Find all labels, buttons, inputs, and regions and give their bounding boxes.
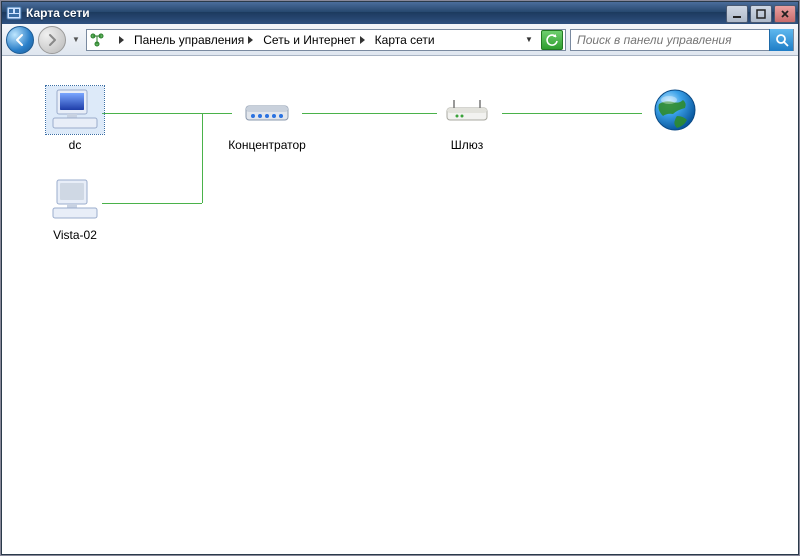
breadcrumb-label: Карта сети	[375, 33, 435, 47]
window-title: Карта сети	[26, 6, 726, 20]
breadcrumb-item[interactable]: Карта сети	[369, 30, 439, 50]
breadcrumb-item[interactable]: Панель управления	[128, 30, 257, 50]
node-label: dc	[20, 138, 130, 152]
forward-button[interactable]	[38, 26, 66, 54]
node-internet[interactable]	[620, 86, 730, 138]
network-path-icon	[89, 32, 105, 48]
breadcrumb: Панель управления Сеть и Интернет Карта …	[109, 30, 517, 50]
node-label: Концентратор	[212, 138, 322, 152]
hub-icon	[238, 86, 296, 134]
globe-icon	[646, 86, 704, 134]
address-bar[interactable]: Панель управления Сеть и Интернет Карта …	[86, 29, 566, 51]
window-frame: Карта сети ▼	[1, 1, 799, 555]
breadcrumb-item[interactable]: Сеть и Интернет	[257, 30, 368, 50]
link-hub-branch	[202, 113, 203, 203]
nav-toolbar: ▼ Панель управления Сеть	[2, 24, 798, 56]
computer-icon	[46, 86, 104, 134]
refresh-button[interactable]	[541, 30, 563, 50]
router-icon	[438, 86, 496, 134]
breadcrumb-label: Сеть и Интернет	[263, 33, 355, 47]
node-vista[interactable]: Vista-02	[20, 176, 130, 242]
search-bar	[570, 29, 794, 51]
network-map-canvas: dc Vista-02	[2, 56, 798, 554]
maximize-button[interactable]	[750, 5, 772, 23]
computer-icon	[46, 176, 104, 224]
breadcrumb-label: Панель управления	[134, 33, 244, 47]
minimize-button[interactable]	[726, 5, 748, 23]
back-button[interactable]	[6, 26, 34, 54]
node-hub[interactable]: Концентратор	[212, 86, 322, 152]
node-dc[interactable]: dc	[20, 86, 130, 152]
search-input[interactable]	[571, 30, 769, 50]
window-icon	[6, 5, 22, 21]
node-label: Vista-02	[20, 228, 130, 242]
node-label: Шлюз	[412, 138, 522, 152]
address-dropdown[interactable]: ▼	[521, 30, 537, 50]
breadcrumb-item[interactable]	[109, 30, 128, 50]
titlebar[interactable]: Карта сети	[2, 2, 798, 24]
nav-history-dropdown[interactable]: ▼	[70, 29, 82, 51]
close-button[interactable]	[774, 5, 796, 23]
search-button[interactable]	[769, 29, 793, 51]
window-controls	[726, 3, 798, 23]
node-gateway[interactable]: Шлюз	[412, 86, 522, 152]
